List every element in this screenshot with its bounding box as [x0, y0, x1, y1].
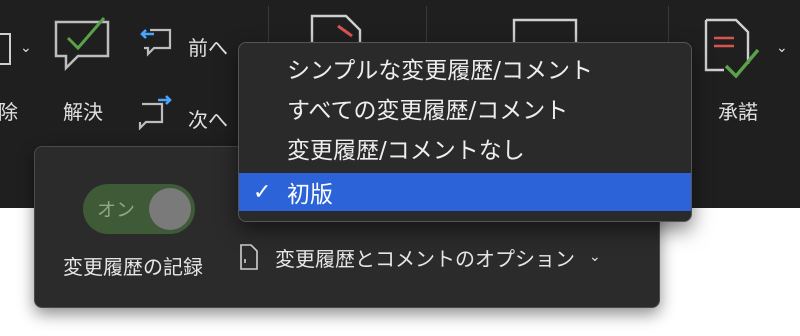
- menu-item-label: 変更履歴/コメントなし: [287, 138, 525, 164]
- menu-item-all-markup[interactable]: すべての変更履歴/コメント: [239, 89, 691, 127]
- menu-item-label: シンプルな変更履歴/コメント: [287, 58, 594, 84]
- chevron-down-icon[interactable]: ⌄: [589, 249, 601, 265]
- accept-button-label[interactable]: 承諾: [718, 96, 758, 125]
- resolve-button-label[interactable]: 解決: [63, 96, 103, 125]
- menu-item-original[interactable]: ✓ 初版: [239, 173, 691, 211]
- chevron-down-icon[interactable]: ⌄: [20, 40, 32, 56]
- checkmark-icon: ✓: [253, 179, 272, 205]
- previous-button-label[interactable]: 前へ: [188, 32, 228, 61]
- menu-item-simple-markup[interactable]: シンプルな変更履歴/コメント: [239, 49, 691, 87]
- menu-item-label: すべての変更履歴/コメント: [287, 98, 569, 124]
- toggle-knob[interactable]: [149, 188, 191, 230]
- chevron-down-icon[interactable]: ⌄: [776, 40, 788, 56]
- next-button-label[interactable]: 次へ: [188, 104, 228, 133]
- document-icon[interactable]: [308, 12, 368, 46]
- partial-delete-icon[interactable]: [0, 30, 14, 70]
- track-changes-toggle[interactable]: オン: [83, 184, 195, 234]
- accept-icon[interactable]: [702, 16, 762, 86]
- previous-comment-icon[interactable]: [138, 24, 174, 60]
- resolve-comment-icon[interactable]: [52, 14, 118, 76]
- markup-dropdown-menu: シンプルな変更履歴/コメント すべての変更履歴/コメント 変更履歴/コメントなし…: [238, 42, 692, 222]
- options-label: 変更履歴とコメントのオプション: [275, 246, 575, 271]
- menu-item-no-markup[interactable]: 変更履歴/コメントなし: [239, 129, 691, 167]
- document-icon: [239, 243, 259, 271]
- track-options-button[interactable]: 変更履歴とコメントのオプション ⌄: [239, 239, 601, 275]
- track-changes-label: 変更履歴の記録: [63, 255, 203, 279]
- menu-item-label: 初版: [287, 182, 333, 208]
- toggle-state-label: オン: [97, 199, 136, 221]
- delete-button-label[interactable]: 除: [0, 96, 18, 125]
- next-comment-icon[interactable]: [138, 94, 174, 130]
